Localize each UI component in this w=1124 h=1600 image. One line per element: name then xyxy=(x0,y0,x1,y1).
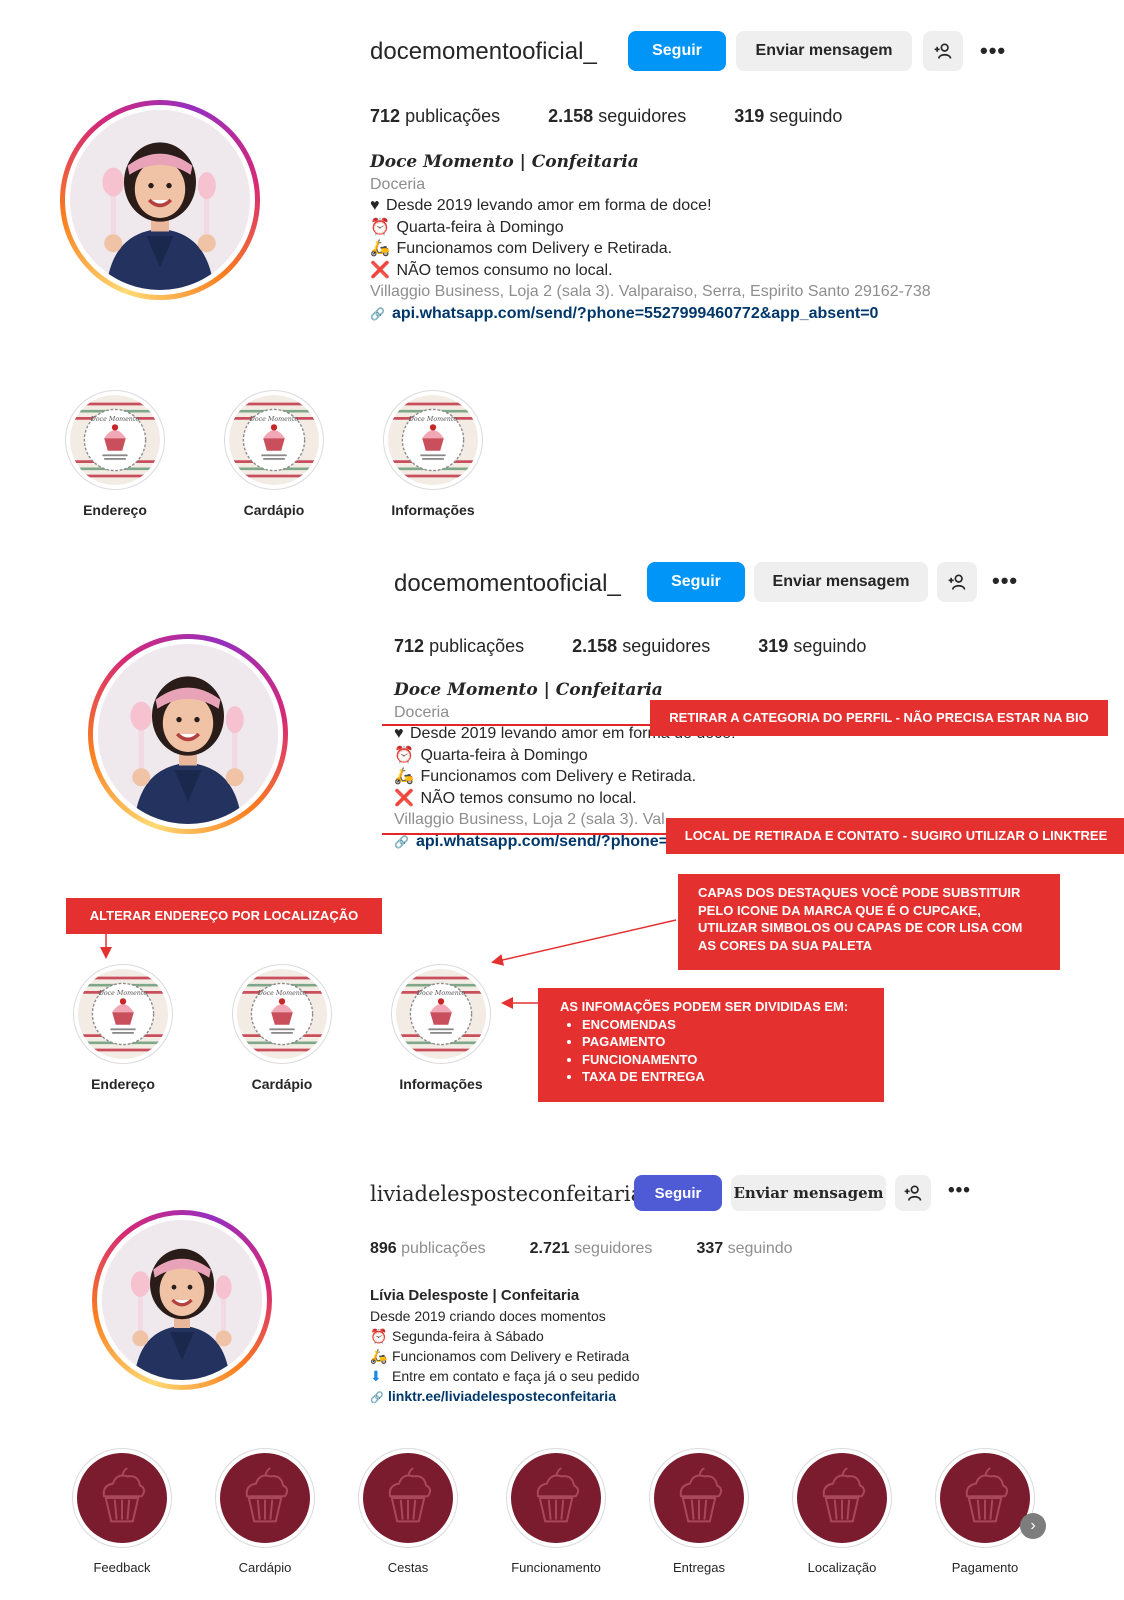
following-count[interactable]: 337 seguindo xyxy=(696,1240,792,1258)
link-icon: 🔗 xyxy=(370,306,385,321)
cupcake-icon xyxy=(511,1453,601,1543)
highlight-pagamento[interactable]: Pagamento xyxy=(930,1448,1040,1575)
cupcake-icon xyxy=(220,1453,310,1543)
followers-count[interactable]: 2.158 seguidores xyxy=(548,106,686,127)
profile-avatar[interactable] xyxy=(92,1210,272,1390)
alarm-clock-icon: ⏰ xyxy=(370,218,390,236)
highlight-cardapio[interactable]: Cardápio xyxy=(227,964,337,1092)
down-arrow-icon: ⬇ xyxy=(370,1368,382,1384)
posts-count[interactable]: 712 publicações xyxy=(370,106,500,127)
highlight-cardapio[interactable]: Cardápio xyxy=(219,390,329,518)
highlight-cover-logo xyxy=(70,395,160,485)
bio-line: ❌ NÃO temos consumo no local. xyxy=(370,260,1070,282)
bio-line: ⏰ Quarta-feira à Domingo xyxy=(370,217,1070,239)
bio-line: ⬇ Entre em contato e faça já o seu pedido xyxy=(370,1368,640,1384)
highlight-endereco[interactable]: Endereço xyxy=(68,964,178,1092)
profile-section-original: docemomentooficial_ Seguir Enviar mensag… xyxy=(0,0,1124,540)
more-options-icon[interactable]: ••• xyxy=(980,38,1006,64)
heart-icon: ♥ xyxy=(370,197,380,214)
highlight-entregas[interactable]: Entregas xyxy=(644,1448,754,1575)
bio-line: 🛵 Funcionamos com Delivery e Retirada. xyxy=(370,238,1070,260)
profile-stats: 896 publicações 2.721 seguidores 337 seg… xyxy=(370,1240,793,1258)
cupcake-icon xyxy=(940,1453,1030,1543)
bio-link[interactable]: 🔗 linktr.ee/liviadelesposteconfeitaria xyxy=(370,1386,970,1408)
bio-category: Doceria xyxy=(370,175,426,193)
profile-section-annotated: docemomentooficial_ Seguir Enviar mensag… xyxy=(0,540,1124,1102)
alarm-clock-icon: ⏰ xyxy=(370,1328,388,1344)
cupcake-icon xyxy=(77,1453,167,1543)
username: docemomentooficial_ xyxy=(370,38,597,65)
highlight-informacoes[interactable]: Informações xyxy=(378,390,488,518)
cupcake-icon xyxy=(363,1453,453,1543)
add-person-button[interactable] xyxy=(923,31,963,71)
cross-mark-icon: ❌ xyxy=(370,261,390,279)
bio-line: ♥ Desde 2019 levando amor em forma de doc… xyxy=(370,195,1070,217)
send-message-button[interactable]: Enviar mensagem xyxy=(731,1175,886,1211)
profile-section-suggested: liviadelesposteconfeitaria Seguir Enviar… xyxy=(0,1140,1124,1600)
bio-link[interactable]: 🔗 api.whatsapp.com/send/?phone=5527999460… xyxy=(370,303,1070,326)
posts-count[interactable]: 896 publicações xyxy=(370,1240,486,1258)
followers-count[interactable]: 2.721 seguidores xyxy=(530,1240,653,1258)
add-person-icon xyxy=(903,1183,923,1203)
more-options-icon[interactable]: ••• xyxy=(948,1180,971,1202)
avatar-photo xyxy=(102,1220,262,1380)
add-person-icon xyxy=(933,41,953,61)
highlight-cestas[interactable]: Cestas xyxy=(353,1448,463,1575)
bio-name: Lívia Delesposte | Confeitaria xyxy=(370,1287,580,1304)
bio-line: Desde 2019 criando doces momentos xyxy=(370,1308,606,1324)
highlight-endereco[interactable]: Endereço xyxy=(60,390,170,518)
highlight-informacoes[interactable]: Informações xyxy=(386,964,496,1092)
bio-address: Villaggio Business, Loja 2 (sala 3). Val… xyxy=(370,283,931,300)
avatar-photo xyxy=(70,110,250,290)
highlight-cover-logo xyxy=(237,969,327,1059)
bio-name: Doce Momento | Confeitaria xyxy=(370,152,639,172)
link-icon: 🔗 xyxy=(370,1392,384,1404)
bio-line: 🛵 Funcionamos com Delivery e Retirada xyxy=(370,1348,630,1364)
follow-button[interactable]: Seguir xyxy=(628,31,726,71)
profile-avatar[interactable] xyxy=(60,100,260,300)
scooter-icon: 🛵 xyxy=(370,240,390,257)
follow-button[interactable]: Seguir xyxy=(634,1175,722,1211)
cupcake-icon xyxy=(797,1453,887,1543)
username: liviadelesposteconfeitaria xyxy=(370,1182,644,1206)
highlight-cover-logo xyxy=(388,395,478,485)
highlight-cover-logo xyxy=(78,969,168,1059)
profile-bio: Doce Momento | Confeitaria Doceria ♥ Desd… xyxy=(370,152,1070,325)
highlight-cardapio[interactable]: Cardápio xyxy=(210,1448,320,1575)
send-message-button[interactable]: Enviar mensagem xyxy=(736,31,912,71)
add-person-button[interactable] xyxy=(895,1175,931,1211)
profile-bio: Lívia Delesposte | Confeitaria Desde 201… xyxy=(370,1286,970,1408)
highlight-feedback[interactable]: Feedback xyxy=(67,1448,177,1575)
highlight-cover-logo xyxy=(396,969,486,1059)
highlight-funcionamento[interactable]: Funcionamento xyxy=(496,1448,616,1575)
bio-line: ⏰ Segunda-feira à Sábado xyxy=(370,1328,544,1344)
highlight-localizacao[interactable]: Localização xyxy=(787,1448,897,1575)
following-count[interactable]: 319 seguindo xyxy=(734,106,842,127)
scooter-icon: 🛵 xyxy=(370,1348,388,1364)
highlight-cover-logo xyxy=(229,395,319,485)
next-highlights-arrow-icon[interactable]: › xyxy=(1020,1513,1046,1539)
profile-stats: 712 publicações 2.158 seguidores 319 seg… xyxy=(370,106,842,127)
cupcake-icon xyxy=(654,1453,744,1543)
